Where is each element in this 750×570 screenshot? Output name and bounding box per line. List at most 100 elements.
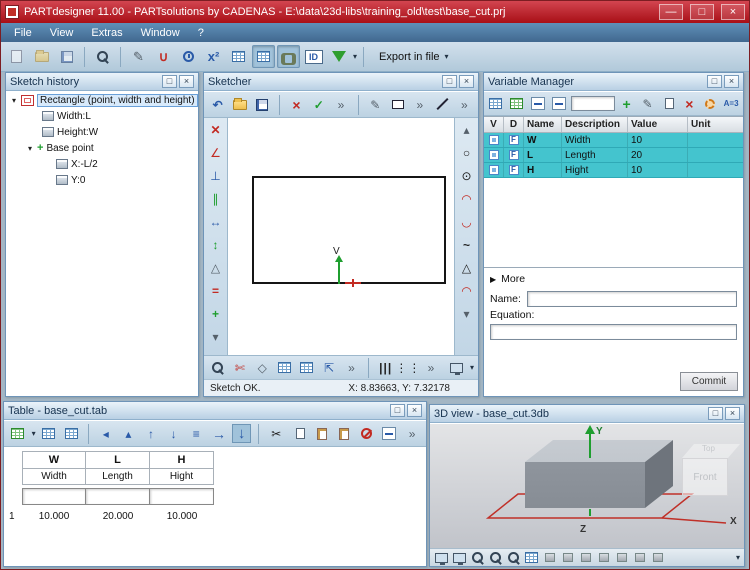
tree-node-width[interactable]: Width:L — [6, 108, 198, 124]
variable-filter-input[interactable] — [570, 96, 615, 111]
column-desc-header[interactable]: Width — [22, 468, 86, 485]
eraser-button[interactable]: ✎ — [366, 95, 385, 114]
column-header[interactable]: D — [504, 117, 524, 132]
view-front-button[interactable] — [542, 551, 557, 565]
filter-cell[interactable] — [22, 488, 86, 505]
grid-toggle-button[interactable] — [252, 45, 275, 68]
zoom-window-button[interactable] — [506, 551, 521, 565]
sketcher-titlebar[interactable]: Sketcher □ × — [204, 73, 478, 91]
visibility-checkbox[interactable] — [488, 150, 499, 160]
window-titlebar[interactable]: PARTdesigner 11.00 - PARTsolutions by CA… — [1, 1, 749, 23]
zoom-in-button[interactable] — [470, 551, 485, 565]
scroll-down-icon[interactable]: ▾ — [206, 327, 226, 346]
fit-view-button[interactable] — [434, 551, 449, 565]
insert-row-button[interactable]: ▴ — [119, 424, 139, 443]
tree-node-height[interactable]: Height:W — [6, 124, 198, 140]
column-key-header[interactable]: H — [150, 451, 214, 468]
expand-icon[interactable]: ▾ — [26, 144, 34, 153]
name-input[interactable] — [526, 291, 737, 307]
hierarchy-button[interactable]: ≡ — [186, 424, 206, 443]
equal-tool-button[interactable]: = — [206, 281, 226, 300]
open-sketch-button[interactable] — [230, 95, 249, 114]
shapes-button[interactable]: ◇ — [253, 358, 272, 377]
close-panel-button[interactable]: × — [459, 75, 474, 88]
column-header[interactable]: Value — [628, 117, 688, 132]
constraints-button[interactable]: ∪ — [152, 45, 175, 68]
fillet-tool-button[interactable]: ◠ — [457, 281, 477, 300]
add-variable-button[interactable]: + — [618, 94, 636, 113]
visibility-checkbox[interactable] — [488, 135, 499, 145]
view-top-button[interactable] — [614, 551, 629, 565]
accept-sketch-button[interactable]: ✓ — [309, 95, 328, 114]
horizontal-tool-button[interactable]: ↔ — [206, 212, 226, 231]
sketch-rectangle[interactable] — [252, 176, 446, 284]
edit-variable-button[interactable]: ✎ — [639, 94, 657, 113]
view-options-dropdown[interactable]: ▾ — [736, 553, 740, 562]
delete-variable-button[interactable]: × — [680, 94, 698, 113]
sketch-history-titlebar[interactable]: Sketch history □ × — [6, 73, 198, 91]
display-settings-button[interactable] — [447, 358, 466, 377]
variable-value[interactable]: 10 — [628, 133, 688, 147]
grid-snap-button[interactable] — [297, 358, 316, 377]
menu-help[interactable]: ? — [189, 26, 213, 40]
table-row[interactable]: 1 10.000 20.000 10.000 — [6, 505, 426, 524]
parallel-tool-button[interactable]: ∥ — [206, 189, 226, 208]
variable-manager-titlebar[interactable]: Variable Manager □ × — [484, 73, 743, 91]
open-file-button[interactable] — [30, 45, 53, 68]
save-sketch-button[interactable] — [253, 95, 272, 114]
full-view-button[interactable] — [452, 551, 467, 565]
tree-node-base-point[interactable]: ▾ + Base point — [6, 140, 198, 156]
close-button[interactable]: × — [721, 4, 745, 20]
copy-button[interactable] — [289, 424, 309, 443]
scroll-down-icon[interactable]: ▾ — [457, 304, 477, 323]
hatch-button[interactable]: ||| — [376, 358, 395, 377]
zoom-out-button[interactable] — [488, 551, 503, 565]
zoom-button[interactable] — [91, 45, 114, 68]
assign-button[interactable]: → — [209, 424, 229, 443]
key-column-button[interactable] — [380, 424, 400, 443]
variable-row-l[interactable]: F L Length 20 — [484, 148, 743, 163]
sketch-canvas[interactable]: V — [228, 118, 454, 355]
close-panel-button[interactable]: × — [724, 75, 739, 88]
overflow-button[interactable]: » — [331, 95, 350, 114]
menu-window[interactable]: Window — [132, 26, 189, 40]
export-in-file-button[interactable]: Export in file ▾ — [370, 46, 458, 68]
float-panel-button[interactable]: □ — [162, 75, 177, 88]
expand-icon[interactable]: ▾ — [10, 96, 18, 105]
maximize-button[interactable]: □ — [690, 4, 714, 20]
close-panel-button[interactable]: × — [179, 75, 194, 88]
cell-value[interactable]: 10.000 — [150, 508, 214, 524]
variable-table-button[interactable] — [487, 94, 505, 113]
view-bottom-button[interactable] — [632, 551, 647, 565]
table-button[interactable] — [39, 424, 59, 443]
column-header[interactable]: Description — [562, 117, 628, 132]
insert-column-button[interactable]: ◂ — [96, 424, 116, 443]
column-key-header[interactable]: L — [86, 451, 150, 468]
transfer-button[interactable]: ↓ — [231, 424, 252, 443]
rectangle-tool-button[interactable] — [388, 95, 407, 114]
history-button[interactable] — [177, 45, 200, 68]
paste-button[interactable] — [312, 424, 332, 443]
float-panel-button[interactable]: □ — [442, 75, 457, 88]
filter-cell[interactable] — [86, 488, 150, 505]
variable-value[interactable]: 10 — [628, 163, 688, 177]
line-tool-button[interactable] — [432, 95, 451, 114]
undo-button[interactable]: ↶ — [208, 95, 227, 114]
run-button[interactable] — [327, 45, 350, 68]
formula-button[interactable]: x² — [202, 45, 225, 68]
circle-center-tool-button[interactable]: ⊙ — [457, 166, 477, 185]
rename-variable-button[interactable]: A=3 — [722, 94, 740, 113]
delete-row-button[interactable] — [357, 424, 377, 443]
edit-sketch-button[interactable]: ✎ — [127, 45, 150, 68]
scroll-up-icon[interactable]: ▴ — [457, 120, 477, 139]
cell-value[interactable]: 10.000 — [22, 508, 86, 524]
menu-file[interactable]: File — [5, 26, 41, 40]
cut-button[interactable]: ✂ — [266, 424, 286, 443]
render-mode-button[interactable] — [524, 551, 539, 565]
table-panel-titlebar[interactable]: Table - base_cut.tab □ × — [4, 402, 426, 420]
arc3-tool-button[interactable]: ◡ — [457, 212, 477, 231]
link-variables-button[interactable] — [277, 45, 300, 68]
add-table-dropdown[interactable]: ▾ — [32, 429, 36, 438]
more-expander[interactable]: ▶ More — [484, 268, 743, 287]
column-desc-header[interactable]: Hight — [150, 468, 214, 485]
